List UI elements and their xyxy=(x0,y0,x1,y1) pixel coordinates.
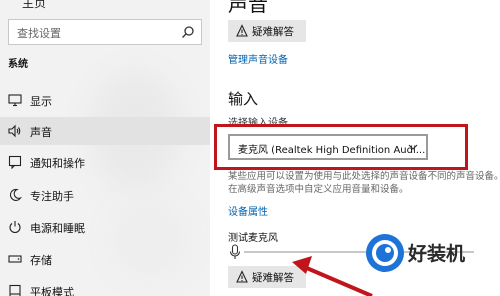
watermark-logo-icon xyxy=(366,234,404,272)
search-placeholder: 查找设置 xyxy=(17,27,61,40)
page-title: 声音 xyxy=(228,0,268,16)
speaker-icon xyxy=(8,124,21,138)
watermark: 好装机 xyxy=(360,226,500,296)
search-icon xyxy=(182,26,194,38)
sidebar-item-label: 专注助手 xyxy=(30,190,74,203)
sidebar-item-focus-assist[interactable]: 专注助手 xyxy=(0,181,210,209)
sidebar-item-label: 通知和操作 xyxy=(30,157,85,170)
sidebar-item-label: 电源和睡眠 xyxy=(30,222,85,235)
tablet-icon xyxy=(9,284,21,296)
warning-icon xyxy=(236,24,248,37)
moon-icon xyxy=(9,188,22,201)
sidebar-item-tablet-mode[interactable]: 平板模式 xyxy=(0,277,210,296)
input-description-line-1: 某些应用可以设置为使用与此处选择的声音设备不同的声音设备。请 xyxy=(228,171,500,182)
sidebar-item-display[interactable]: 显示 xyxy=(0,86,210,114)
highlight-box xyxy=(214,124,468,170)
troubleshoot-label: 疑难解答 xyxy=(252,26,294,38)
sidebar-home-link[interactable]: 主页 xyxy=(22,0,46,11)
power-icon xyxy=(9,221,21,234)
test-microphone-label: 测试麦克风 xyxy=(228,233,278,244)
warning-icon xyxy=(236,270,248,283)
manage-sound-devices-link[interactable]: 管理声音设备 xyxy=(228,51,288,66)
sidebar-item-label: 平板模式 xyxy=(30,286,74,296)
sidebar-item-sound[interactable]: 声音 xyxy=(0,117,210,145)
troubleshoot-button[interactable]: 疑难解答 xyxy=(228,20,306,42)
sidebar-item-label: 声音 xyxy=(30,126,52,139)
monitor-icon xyxy=(8,94,22,107)
troubleshoot-button-2[interactable]: 疑难解答 xyxy=(228,266,306,288)
input-description-line-2: 在高级声音选项中自定义应用音量和设备。 xyxy=(228,184,409,195)
microphone-icon xyxy=(229,244,241,259)
watermark-text: 好装机 xyxy=(408,243,466,265)
sidebar-item-notifications[interactable]: 通知和操作 xyxy=(0,148,210,176)
settings-search-input[interactable]: 查找设置 xyxy=(8,19,202,45)
sidebar-item-label: 显示 xyxy=(30,95,52,108)
sidebar-item-storage[interactable]: 存储 xyxy=(0,245,210,273)
sidebar-item-label: 存储 xyxy=(30,254,52,267)
device-properties-link[interactable]: 设备属性 xyxy=(228,203,268,218)
sidebar-section-system: 系统 xyxy=(8,59,28,70)
input-section-title: 输入 xyxy=(228,90,259,108)
troubleshoot-label-2: 疑难解答 xyxy=(252,272,294,284)
sidebar-item-power-sleep[interactable]: 电源和睡眠 xyxy=(0,213,210,241)
notification-icon xyxy=(8,155,22,169)
storage-icon xyxy=(8,255,22,263)
settings-sidebar: 主页 查找设置 系统 显示 声音 通知和操作 专注助手 电源和睡眠 存储 平板模… xyxy=(0,0,210,296)
